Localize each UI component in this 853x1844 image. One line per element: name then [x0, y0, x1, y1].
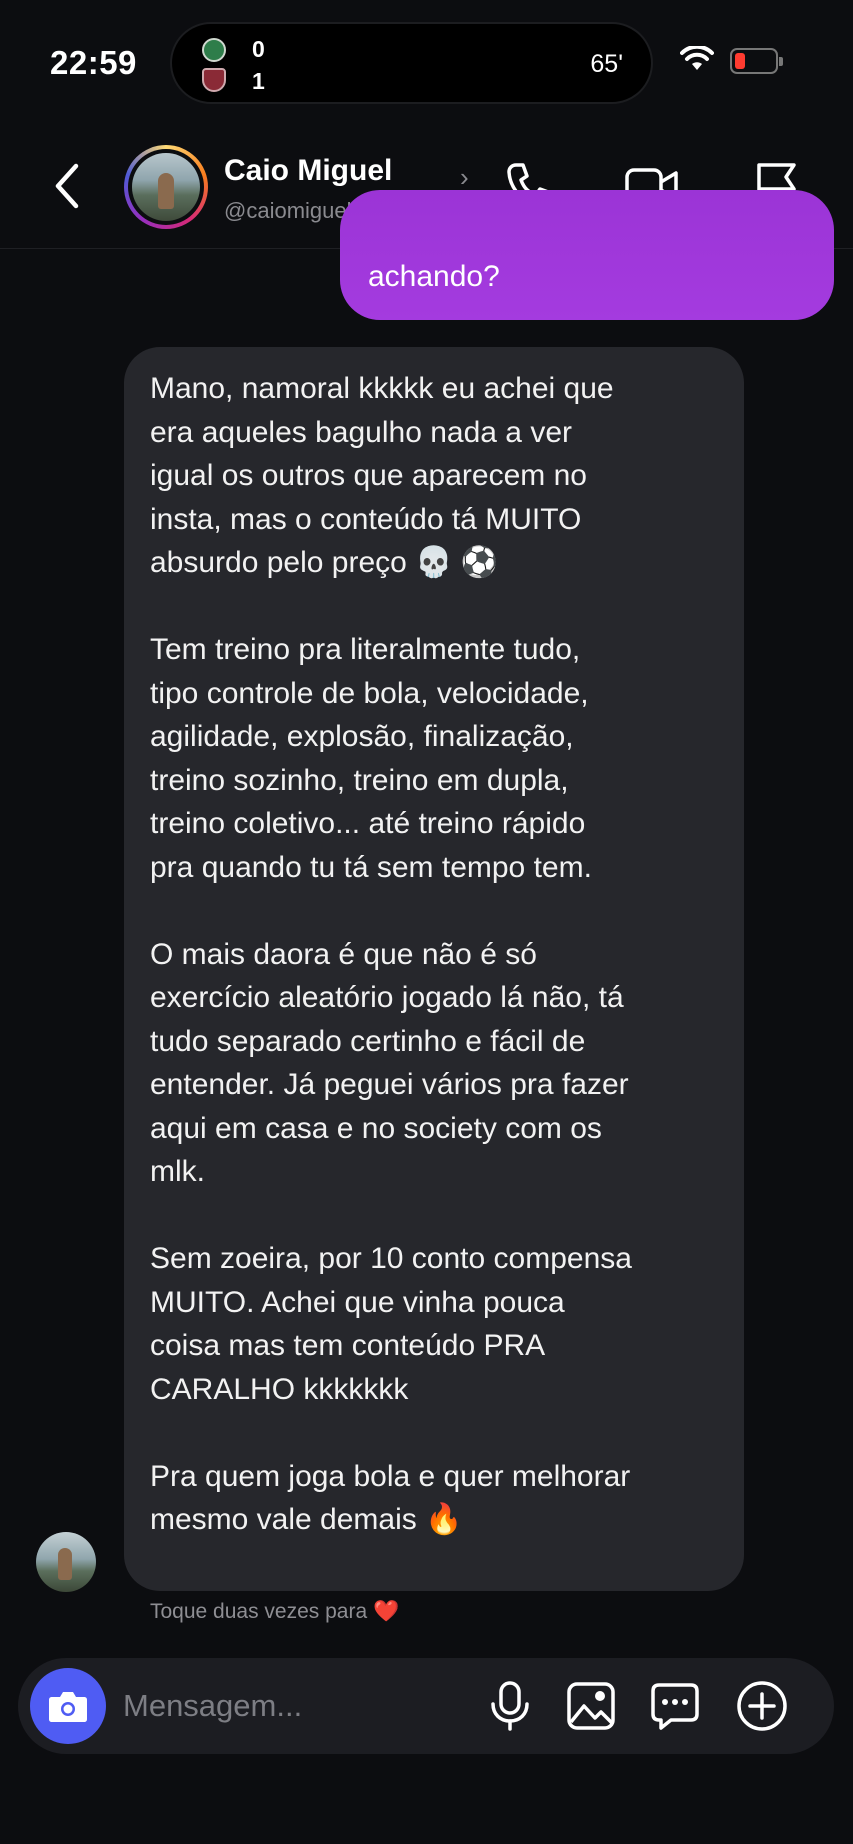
away-score: 1 [252, 68, 265, 94]
status-time: 22:59 [50, 44, 137, 81]
camera-icon [49, 1692, 87, 1722]
contact-avatar[interactable] [124, 145, 208, 229]
incoming-message-text: Mano, namoral kkkkk eu achei que era aqu… [150, 372, 632, 1536]
incoming-message-bubble[interactable]: Mano, namoral kkkkk eu achei que era aqu… [124, 347, 744, 1591]
wifi-icon [680, 46, 714, 70]
status-bar: 22:59 0 1 65' [0, 0, 853, 120]
home-team-crest-icon [202, 38, 226, 62]
outgoing-message-bubble[interactable]: achando? [340, 190, 834, 320]
contact-name[interactable]: Caio Miguel [224, 154, 392, 188]
message-composer: Mensagem... [18, 1658, 834, 1754]
microphone-icon[interactable] [488, 1680, 532, 1732]
match-minute: 65' [590, 50, 623, 78]
chevron-right-icon[interactable]: › [460, 162, 469, 193]
home-score: 0 [252, 36, 265, 62]
sender-avatar[interactable] [36, 1532, 96, 1592]
double-tap-hint: Toque duas vezes para ❤️ [150, 1600, 400, 1623]
message-input[interactable]: Mensagem... [123, 1688, 302, 1724]
plus-icon[interactable] [736, 1680, 788, 1732]
back-icon[interactable] [50, 162, 84, 210]
battery-icon [730, 48, 783, 74]
gallery-icon[interactable] [565, 1680, 617, 1732]
camera-button[interactable] [30, 1668, 106, 1744]
outgoing-message-text: achando? [368, 260, 500, 293]
away-team-crest-icon [202, 68, 226, 92]
dynamic-island-live-score[interactable]: 0 1 65' [170, 22, 653, 104]
sticker-icon[interactable] [649, 1680, 701, 1732]
